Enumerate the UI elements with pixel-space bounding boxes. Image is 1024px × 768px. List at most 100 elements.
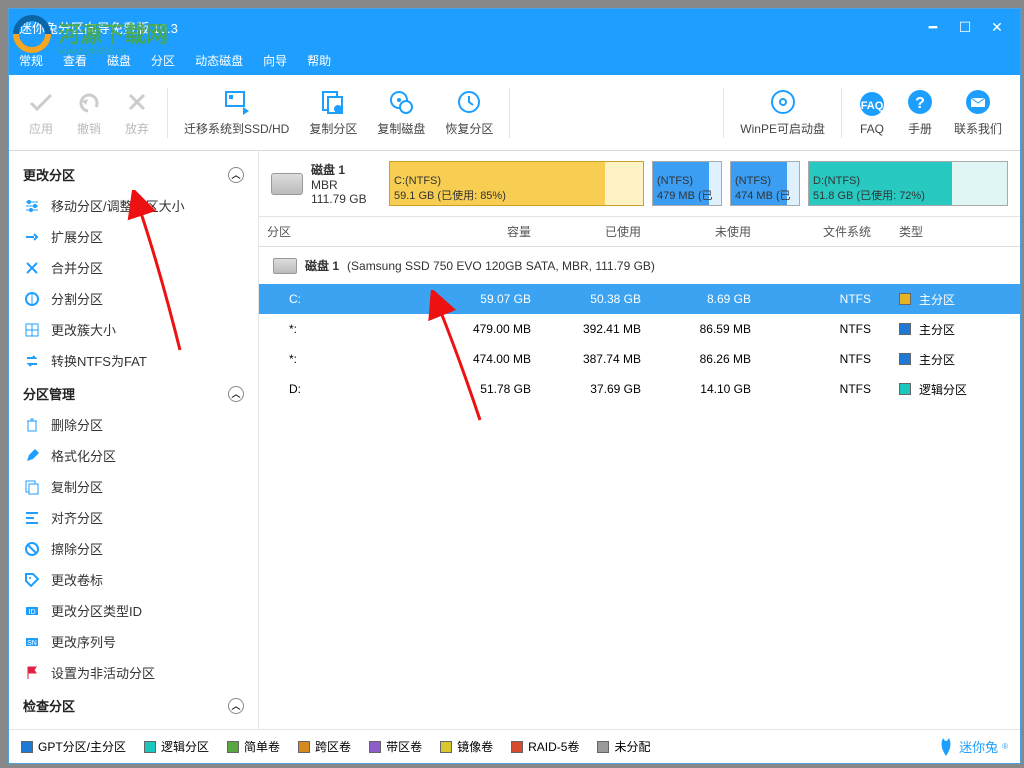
pencil-icon bbox=[23, 447, 41, 465]
convert-icon bbox=[23, 352, 41, 370]
faq-icon: FAQ bbox=[858, 90, 886, 118]
tag-icon bbox=[23, 571, 41, 589]
svg-text:SN: SN bbox=[27, 640, 37, 647]
menu-help[interactable]: 帮助 bbox=[307, 52, 331, 69]
table-row[interactable]: *:474.00 MB387.74 MB86.26 MBNTFS主分区 bbox=[259, 344, 1020, 374]
legend-item: 简单卷 bbox=[227, 738, 280, 755]
sidebar-item-format[interactable]: 格式化分区 bbox=[9, 440, 258, 471]
menu-view[interactable]: 查看 bbox=[63, 52, 87, 69]
sidebar-item-copy[interactable]: 复制分区 bbox=[9, 471, 258, 502]
svg-text:FAQ: FAQ bbox=[861, 100, 884, 112]
legend-item: GPT分区/主分区 bbox=[21, 738, 126, 755]
sidebar-item-split[interactable]: 分割分区 bbox=[9, 283, 258, 314]
table-row[interactable]: D:51.78 GB37.69 GB14.10 GBNTFS逻辑分区 bbox=[259, 374, 1020, 404]
partition-block-d[interactable]: D:(NTFS)51.8 GB (已使用: 72%) bbox=[808, 161, 1008, 206]
sidebar-item-move-resize[interactable]: 移动分区/调整分区大小 bbox=[9, 190, 258, 221]
merge-icon bbox=[23, 259, 41, 277]
serial-icon: SN bbox=[23, 633, 41, 651]
slider-icon bbox=[23, 197, 41, 215]
copy-part-icon bbox=[319, 88, 347, 116]
discard-button[interactable]: 放弃 bbox=[113, 84, 161, 141]
menu-wizard[interactable]: 向导 bbox=[263, 52, 287, 69]
sidebar-item-align[interactable]: 对齐分区 bbox=[9, 502, 258, 533]
partition-block-star2[interactable]: (NTFS)474 MB (已 bbox=[730, 161, 800, 206]
copy-partition-button[interactable]: 复制分区 bbox=[299, 84, 367, 141]
collapse-icon[interactable]: ︿ bbox=[228, 167, 244, 183]
sidebar: 更改分区︿ 移动分区/调整分区大小 扩展分区 合并分区 分割分区 更改簇大小 转… bbox=[9, 151, 259, 729]
sidebar-item-convert-ntfs[interactable]: 转换NTFS为FAT bbox=[9, 345, 258, 376]
grid-icon bbox=[23, 321, 41, 339]
undo-icon bbox=[75, 88, 103, 116]
svg-text:?: ? bbox=[915, 95, 925, 112]
sidebar-item-checkfs[interactable]: 检查文件系统 bbox=[9, 721, 258, 729]
winpe-button[interactable]: WinPE可启动盘 bbox=[730, 84, 835, 141]
wipe-icon bbox=[23, 540, 41, 558]
menu-disk[interactable]: 磁盘 bbox=[107, 52, 131, 69]
contact-button[interactable]: 联系我们 bbox=[944, 84, 1012, 141]
undo-button[interactable]: 撤销 bbox=[65, 84, 113, 141]
discard-icon bbox=[123, 88, 151, 116]
app-window: 迷你兔分区向导免费版 10.3 ━ ☐ ✕ 常规 查看 磁盘 分区 动态磁盘 向… bbox=[8, 8, 1021, 764]
legend-item: 逻辑分区 bbox=[144, 738, 209, 755]
sidebar-item-label[interactable]: 更改卷标 bbox=[9, 564, 258, 595]
content-area: 磁盘 1 MBR 111.79 GB C:(NTFS)59.1 GB (已使用:… bbox=[259, 151, 1020, 729]
col-capacity[interactable]: 容量 bbox=[409, 223, 539, 240]
sidebar-item-wipe[interactable]: 擦除分区 bbox=[9, 533, 258, 564]
menu-partition[interactable]: 分区 bbox=[151, 52, 175, 69]
recover-button[interactable]: 恢复分区 bbox=[435, 84, 503, 141]
close-button[interactable]: ✕ bbox=[984, 17, 1010, 37]
sidebar-item-inactive[interactable]: 设置为非活动分区 bbox=[9, 657, 258, 688]
main-area: 更改分区︿ 移动分区/调整分区大小 扩展分区 合并分区 分割分区 更改簇大小 转… bbox=[9, 151, 1020, 729]
minimize-button[interactable]: ━ bbox=[920, 17, 946, 37]
col-fs[interactable]: 文件系统 bbox=[759, 223, 879, 240]
sidebar-item-extend[interactable]: 扩展分区 bbox=[9, 221, 258, 252]
disk-map: 磁盘 1 MBR 111.79 GB C:(NTFS)59.1 GB (已使用:… bbox=[259, 151, 1020, 217]
apply-button[interactable]: 应用 bbox=[17, 84, 65, 141]
help-icon: ? bbox=[906, 88, 934, 116]
col-partition[interactable]: 分区 bbox=[259, 223, 409, 240]
partition-block-star1[interactable]: (NTFS)479 MB (已 bbox=[652, 161, 722, 206]
sidebar-item-cluster[interactable]: 更改簇大小 bbox=[9, 314, 258, 345]
toolbar: 应用 撤销 放弃 迁移系统到SSD/HD 复制分区 复制磁盘 恢复分区 WinP… bbox=[9, 75, 1020, 151]
manual-button[interactable]: ?手册 bbox=[896, 84, 944, 141]
trash-icon bbox=[23, 416, 41, 434]
table-row[interactable]: *:479.00 MB392.41 MB86.59 MBNTFS主分区 bbox=[259, 314, 1020, 344]
hdd-icon bbox=[271, 173, 303, 195]
legend-item: 跨区卷 bbox=[298, 738, 351, 755]
legend-item: 镜像卷 bbox=[440, 738, 493, 755]
copy-disk-button[interactable]: 复制磁盘 bbox=[367, 84, 435, 141]
partition-block-c[interactable]: C:(NTFS)59.1 GB (已使用: 85%) bbox=[389, 161, 644, 206]
align-icon bbox=[23, 509, 41, 527]
titlebar: 迷你兔分区向导免费版 10.3 ━ ☐ ✕ bbox=[9, 9, 1020, 45]
disk-header-row[interactable]: 磁盘 1 (Samsung SSD 750 EVO 120GB SATA, MB… bbox=[259, 247, 1020, 284]
legend-item: 未分配 bbox=[597, 738, 650, 755]
sidebar-item-typeid[interactable]: ID更改分区类型ID bbox=[9, 595, 258, 626]
menu-dynamic[interactable]: 动态磁盘 bbox=[195, 52, 243, 69]
legend-bar: GPT分区/主分区逻辑分区简单卷跨区卷带区卷镜像卷RAID-5卷未分配迷你兔® bbox=[9, 729, 1020, 763]
copy-disk-icon bbox=[387, 88, 415, 116]
sidebar-item-delete[interactable]: 删除分区 bbox=[9, 409, 258, 440]
svg-text:ID: ID bbox=[29, 609, 36, 616]
hdd-icon bbox=[273, 258, 297, 274]
mail-icon bbox=[964, 88, 992, 116]
split-icon bbox=[23, 290, 41, 308]
extend-icon bbox=[23, 228, 41, 246]
col-type[interactable]: 类型 bbox=[879, 223, 1020, 240]
copy-icon bbox=[23, 478, 41, 496]
col-unused[interactable]: 未使用 bbox=[649, 223, 759, 240]
col-used[interactable]: 已使用 bbox=[539, 223, 649, 240]
id-icon: ID bbox=[23, 602, 41, 620]
collapse-icon[interactable]: ︿ bbox=[228, 386, 244, 402]
collapse-icon[interactable]: ︿ bbox=[228, 698, 244, 714]
legend-item: RAID-5卷 bbox=[511, 738, 579, 755]
sidebar-item-serial[interactable]: SN更改序列号 bbox=[9, 626, 258, 657]
menu-general[interactable]: 常规 bbox=[19, 52, 43, 69]
migrate-button[interactable]: 迁移系统到SSD/HD bbox=[174, 84, 299, 141]
faq-button[interactable]: FAQFAQ bbox=[848, 86, 896, 140]
maximize-button[interactable]: ☐ bbox=[952, 17, 978, 37]
partition-table-body: C:59.07 GB50.38 GB8.69 GBNTFS主分区*:479.00… bbox=[259, 284, 1020, 404]
menubar: 常规 查看 磁盘 分区 动态磁盘 向导 帮助 bbox=[9, 45, 1020, 75]
sidebar-item-merge[interactable]: 合并分区 bbox=[9, 252, 258, 283]
table-row[interactable]: C:59.07 GB50.38 GB8.69 GBNTFS主分区 bbox=[259, 284, 1020, 314]
flag-icon bbox=[23, 664, 41, 682]
